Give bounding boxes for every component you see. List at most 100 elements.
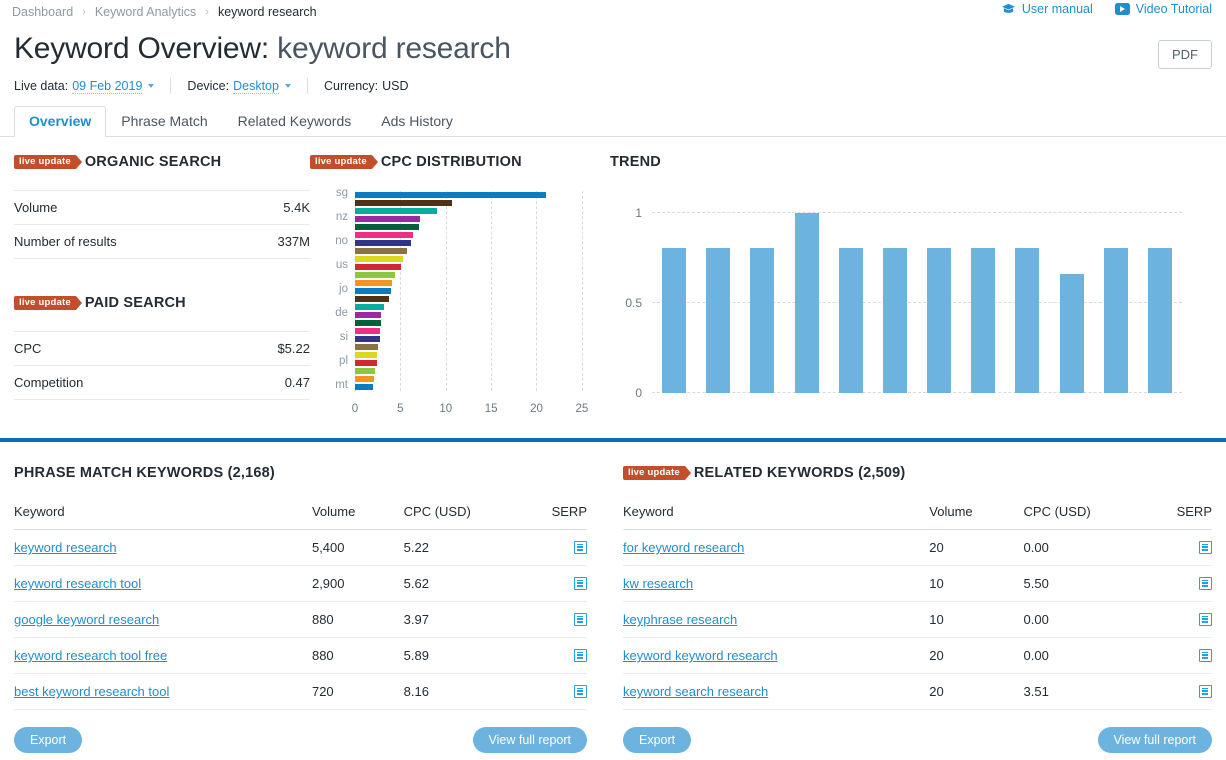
column-header-serp: SERP [518,498,587,530]
organic-search-heading: live update ORGANIC SEARCH [14,151,310,173]
table-row: keyword keyword research 20 0.00 [623,637,1212,674]
trend-bar [1103,247,1128,393]
cpc-bar [355,272,395,278]
tab-ads-history[interactable]: Ads History [366,106,468,137]
trend-bar [1147,247,1172,393]
keyword-link[interactable]: keyword search research [623,684,768,699]
column-header-cpc: CPC (USD) [1023,498,1142,530]
cpc-cell: 0.00 [1023,637,1142,674]
cpc-bar [355,280,393,286]
cpc-bar [355,304,385,310]
play-video-icon [1114,3,1130,15]
cpc-bar [355,216,421,222]
chevron-right-icon: › [205,6,209,18]
serp-icon[interactable] [574,577,587,590]
keyword-link[interactable]: keyword research [14,540,117,555]
keyword-cell: kw research [623,565,930,602]
breadcrumb-item-keyword-analytics[interactable]: Keyword Analytics [95,4,196,20]
cpc-bar [355,264,402,270]
live-update-badge: live update [14,296,82,310]
live-data-label: Live data: [14,79,69,93]
breadcrumb-item-current: keyword research [217,5,317,19]
serp-cell [518,673,587,710]
serp-icon[interactable] [574,613,587,626]
trend-gridline [652,302,1182,304]
serp-icon[interactable] [1199,613,1212,626]
tab-phrase-match[interactable]: Phrase Match [106,106,222,137]
keyword-link[interactable]: keyphrase research [623,612,737,627]
tab-overview[interactable]: Overview [14,106,107,137]
view-full-report-button[interactable]: View full report [1097,727,1212,753]
cpc-bar [355,352,377,358]
video-tutorial-link[interactable]: Video Tutorial [1114,2,1212,16]
keyword-cell: keyword research tool free [14,637,312,674]
phrase-match-table: Keyword Volume CPC (USD) SERP keyword re… [14,498,587,710]
keyword-link[interactable]: google keyword research [14,612,159,627]
serp-icon[interactable] [574,685,587,698]
paid-row-value: $5.22 [277,341,310,356]
volume-cell: 880 [311,637,404,674]
serp-icon[interactable] [1199,577,1212,590]
export-button[interactable]: Export [623,727,692,753]
trend-bar [662,247,686,393]
serp-icon[interactable] [574,649,587,662]
live-data-selector[interactable]: Live data: 09 Feb 2019 [14,79,155,94]
cpc-bar [355,328,381,334]
keyword-link[interactable]: for keyword research [623,540,744,555]
currency-display: Currency: USD [324,79,409,93]
serp-icon[interactable] [1199,541,1212,554]
column-header-keyword: Keyword [623,498,930,530]
related-keywords-panel: live update RELATED KEYWORDS (2,509) Key… [613,442,1212,753]
phrase-match-heading: PHRASE MATCH KEYWORDS (2,168) [14,462,587,484]
device-value[interactable]: Desktop [233,79,279,94]
paid-search-title: PAID SEARCH [84,295,186,311]
keyword-link[interactable]: keyword keyword research [623,648,778,663]
column-header-volume: Volume [929,498,1024,530]
cpc-gridline [536,191,538,391]
paid-search-heading: live update PAID SEARCH [14,292,310,314]
live-data-value[interactable]: 09 Feb 2019 [72,79,143,94]
view-full-report-button[interactable]: View full report [472,727,587,753]
cpc-distribution-chart: sg nz no us jo de si pl mt 0 5 10 15 20 25 [310,187,600,421]
cpc-distribution-heading: live update CPC DISTRIBUTION [310,151,610,173]
paid-search-table: CPC $5.22 Competition 0.47 [14,331,310,400]
trend-bar [882,247,907,393]
serp-icon[interactable] [1199,685,1212,698]
page-title-prefix: Keyword Overview: [14,32,270,65]
serp-icon[interactable] [574,541,587,554]
table-row: keyphrase research 10 0.00 [623,601,1212,638]
pdf-export-button[interactable]: PDF [1158,40,1212,69]
cpc-y-tick-label: jo [339,283,348,295]
cpc-bar [355,312,382,318]
table-row: keyword research 5,400 5.22 [14,529,587,566]
keyword-link[interactable]: best keyword research tool [14,684,169,699]
organic-search-title: ORGANIC SEARCH [84,154,222,170]
keyword-link[interactable]: kw research [623,576,693,591]
trend-bar [706,247,731,393]
serp-cell [518,637,587,674]
volume-cell: 880 [311,601,404,638]
device-selector[interactable]: Device: Desktop [187,79,291,94]
export-button[interactable]: Export [14,727,83,753]
serp-cell [518,565,587,602]
trend-title: TREND [610,154,661,170]
keyword-link[interactable]: keyword research tool free [14,648,167,663]
serp-icon[interactable] [1199,649,1212,662]
tab-related-keywords[interactable]: Related Keywords [223,106,367,137]
currency-label: Currency: [323,79,379,93]
trend-gridline [652,212,1182,214]
organic-row-value: 5.4K [283,200,310,215]
table-row: keyword search research 20 3.51 [623,673,1212,710]
tab-bar: Overview Phrase Match Related Keywords A… [0,106,1226,137]
trend-bar [971,247,996,393]
user-manual-link[interactable]: User manual [1001,2,1093,16]
volume-cell: 20 [929,673,1024,710]
report-meta-row: Live data: 09 Feb 2019 Device: Desktop C… [14,77,1226,95]
table-row: Competition 0.47 [14,365,310,400]
related-keywords-table: Keyword Volume CPC (USD) SERP for keywor… [623,498,1212,710]
keyword-link[interactable]: keyword research tool [14,576,141,591]
cpc-bar [355,232,414,238]
breadcrumb-item-dashboard[interactable]: Dashboard [12,4,73,20]
organic-row-label: Number of results [14,234,117,249]
overview-top-section: live update ORGANIC SEARCH Volume 5.4K N… [0,137,1226,421]
